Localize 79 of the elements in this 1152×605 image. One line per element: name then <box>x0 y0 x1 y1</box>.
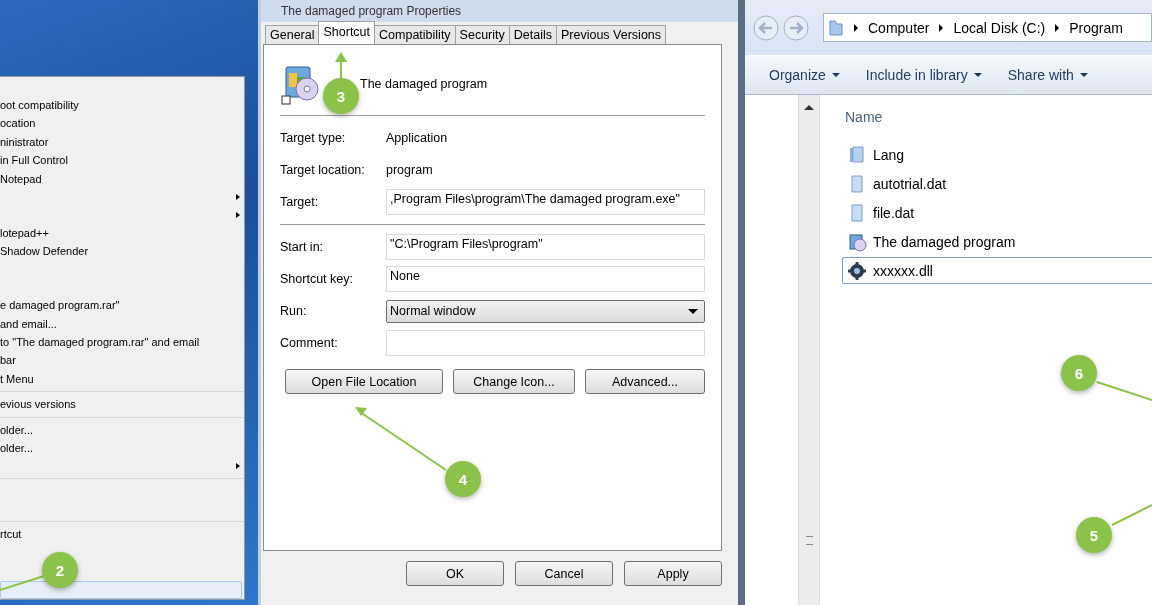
address-bar[interactable]: Computer Local Disk (C:) Program <box>823 13 1152 42</box>
file-item[interactable]: autotrial.dat <box>842 170 1152 197</box>
field-value: program <box>386 163 433 177</box>
chevron-icon <box>939 23 944 32</box>
dialog-button[interactable]: Cancel <box>515 561 613 586</box>
menu-item[interactable] <box>0 581 242 599</box>
program-icon <box>280 63 320 105</box>
leader-line <box>1111 504 1152 526</box>
menu-item[interactable]: lotepad++ <box>0 223 244 243</box>
folder-icon <box>828 18 844 37</box>
tab[interactable]: Previous Versions <box>556 25 667 44</box>
action-button[interactable]: Change Icon... <box>453 369 575 394</box>
folder-icon <box>847 144 867 165</box>
tab[interactable]: Shortcut <box>318 21 376 44</box>
input-field[interactable] <box>386 330 705 356</box>
field-label: Shortcut key: <box>280 272 354 286</box>
field-label: Start in: <box>280 240 325 254</box>
menu-item[interactable]: t Menu <box>0 369 244 389</box>
submenu-arrow-icon <box>236 211 240 218</box>
menu-item[interactable]: and email... <box>0 314 244 333</box>
chevron-icon <box>1055 23 1060 32</box>
menu-item[interactable]: evious versions <box>0 395 244 414</box>
toolbar-button[interactable]: Include in library <box>865 67 982 83</box>
toolbar-button[interactable]: Organize <box>769 67 840 83</box>
menu-item[interactable]: Shadow Defender <box>0 242 244 261</box>
menu-item[interactable]: ninistrator <box>0 132 244 152</box>
menu-item[interactable]: older... <box>0 420 244 439</box>
dropdown[interactable]: Normal window <box>386 299 705 323</box>
chevron-icon <box>854 23 858 32</box>
grip-icon <box>805 536 813 545</box>
input-field[interactable]: None <box>386 266 705 292</box>
program-icon <box>847 231 867 252</box>
field-label: Run: <box>280 304 308 318</box>
column-header[interactable]: Name <box>842 103 1152 131</box>
leader-line <box>0 575 45 591</box>
action-button[interactable]: Advanced... <box>585 369 705 394</box>
submenu-arrow-icon <box>236 463 240 470</box>
menu-item[interactable]: ocation <box>0 114 244 133</box>
breadcrumb-item[interactable]: Computer <box>868 19 930 36</box>
menu-item[interactable]: to "The damaged program.rar" and email <box>0 333 244 352</box>
file-item[interactable]: file.dat <box>842 199 1152 226</box>
file-item[interactable]: xxxxxx.dll <box>842 257 1152 284</box>
scrollbar[interactable] <box>798 95 820 605</box>
toolbar-button[interactable]: Share with <box>1007 67 1088 83</box>
field-label: Comment: <box>280 336 339 350</box>
leader-line <box>1096 381 1152 401</box>
up-arrow-icon <box>804 105 814 110</box>
window-title: The damaged program Properties <box>281 4 462 18</box>
dialog-button[interactable]: OK <box>406 561 504 586</box>
menu-item[interactable]: Notepad <box>0 169 244 188</box>
menu-item[interactable]: older... <box>0 438 244 458</box>
back-icon <box>753 14 779 41</box>
field-label: Target location: <box>280 163 366 177</box>
breadcrumb-item[interactable]: Local Disk (C:) <box>953 19 1046 36</box>
action-button[interactable]: Open File Location <box>285 369 443 394</box>
shortcut-name: The damaged program <box>360 77 488 91</box>
menu-item[interactable]: e damaged program.rar" <box>0 296 244 315</box>
menu-item[interactable]: bar <box>0 351 244 370</box>
field-value: Application <box>386 131 448 145</box>
tab[interactable]: Compatibility <box>374 25 456 44</box>
forward-icon <box>783 14 809 41</box>
menu-item[interactable]: in Full Control <box>0 151 244 170</box>
menu-item[interactable]: oot compatibility <box>0 96 244 115</box>
submenu-arrow-icon <box>236 193 240 200</box>
menu-item[interactable]: rtcut <box>0 524 244 544</box>
tab[interactable]: Security <box>454 25 510 44</box>
file-item[interactable]: Lang <box>842 141 1152 168</box>
input-field[interactable]: ,Program Files\program\The damaged program.exe" <box>386 189 705 215</box>
leader-line <box>335 52 347 79</box>
file-item[interactable]: The damaged program <box>842 228 1152 255</box>
breadcrumb-item[interactable]: Program <box>1069 19 1123 36</box>
dialog-button[interactable]: Apply <box>624 561 722 586</box>
field-label: Target type: <box>280 131 347 145</box>
tab[interactable]: Details <box>508 25 557 44</box>
tab[interactable]: General <box>265 25 320 44</box>
field-label: Target: <box>280 195 320 209</box>
gear-icon <box>847 260 867 281</box>
dropdown-arrow-icon <box>688 308 698 314</box>
input-field[interactable]: "C:\Program Files\program" <box>386 234 705 260</box>
